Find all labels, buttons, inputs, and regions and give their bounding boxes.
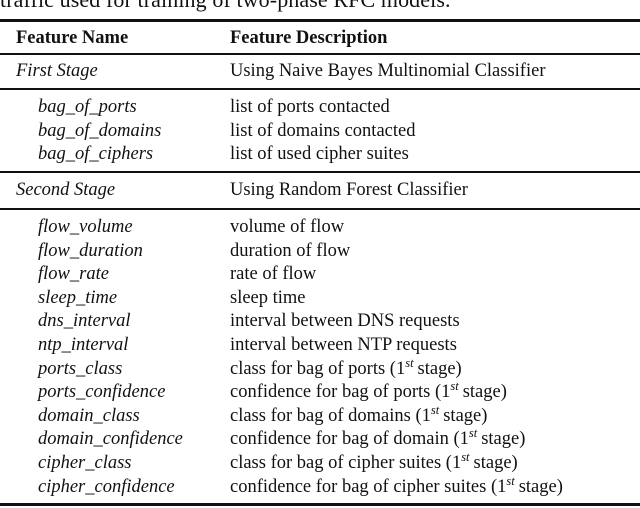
ordinal-suffix: st — [468, 426, 478, 441]
section-rule — [0, 171, 640, 173]
feature-name: flow_volume — [38, 217, 133, 237]
table-row: dns_interval interval between DNS reques… — [0, 310, 640, 333]
table-row: flow_rate rate of flow — [0, 263, 640, 286]
ordinal-suffix: st — [430, 402, 440, 417]
ordinal-number: 1 — [497, 476, 507, 497]
description-suffix: stage) — [518, 476, 563, 497]
feature-name: bag_of_ports — [38, 97, 137, 117]
feature-description: class for bag of ports (1st stage) — [230, 355, 462, 381]
feature-name: domain_confidence — [38, 429, 183, 450]
feature-description: duration of flow — [230, 240, 351, 261]
section-label: Second Stage — [16, 180, 116, 200]
description-suffix: stage) — [473, 453, 518, 473]
description-suffix: stage) — [481, 429, 526, 450]
section-label: First Stage — [16, 61, 98, 81]
description-text: confidence for bag of cipher suites ( — [230, 476, 498, 497]
table-row: cipher_confidence confidence for bag of … — [0, 473, 640, 499]
section-description: Using Naive Bayes Multinomial Classifier — [230, 61, 546, 81]
header-feature-description: Feature Description — [230, 28, 388, 48]
ordinal-number: 1 — [421, 405, 431, 426]
feature-name: ports_class — [38, 358, 123, 379]
feature-name: flow_duration — [38, 240, 143, 261]
feature-name: bag_of_domains — [38, 120, 162, 141]
ordinal-number: 1 — [451, 453, 462, 473]
feature-description: volume of flow — [230, 217, 345, 237]
table-row: ports_confidence confidence for bag of p… — [0, 379, 640, 404]
table-row: flow_duration duration of flow — [0, 240, 640, 263]
feature-description: interval between DNS requests — [230, 311, 460, 332]
feature-description: sleep time — [230, 287, 306, 308]
description-text: class for bag of cipher suites ( — [230, 453, 452, 473]
feature-name: domain_class — [38, 405, 140, 426]
feature-description: class for bag of domains (1st stage) — [230, 402, 488, 428]
feature-name: cipher_confidence — [38, 476, 175, 497]
table-row: bag_of_domains list of domains contacted — [0, 120, 640, 143]
description-suffix: stage) — [417, 358, 462, 379]
table-row: bag_of_ports list of ports contacted — [0, 96, 640, 119]
section-rule — [0, 88, 640, 90]
description-suffix: stage) — [443, 405, 488, 426]
feature-description: list of used cipher suites — [230, 144, 409, 164]
feature-description: confidence for bag of domain (1st stage) — [230, 426, 526, 451]
feature-name: cipher_class — [38, 453, 132, 473]
ordinal-suffix: st — [506, 473, 515, 488]
feature-description: list of ports contacted — [230, 97, 390, 117]
header-rule — [0, 53, 640, 55]
top-rule — [0, 19, 640, 22]
description-text: class for bag of domains ( — [230, 405, 422, 426]
description-text: confidence for bag of domain ( — [230, 429, 460, 450]
feature-description: confidence for bag of ports (1st stage) — [230, 379, 507, 404]
ordinal-suffix: st — [461, 450, 470, 464]
ordinal-number: 1 — [459, 429, 469, 450]
table-header-row: Feature Name Feature Description — [0, 27, 640, 50]
feature-name: ports_confidence — [38, 382, 166, 403]
table-row: ntp_interval interval between NTP reques… — [0, 334, 640, 357]
description-text: class for bag of ports ( — [230, 358, 396, 379]
section-row-second-stage: Second Stage Using Random Forest Classif… — [0, 179, 640, 202]
header-feature-name: Feature Name — [16, 28, 129, 48]
description-text: confidence for bag of ports ( — [230, 382, 442, 403]
section-row-first-stage: First Stage Using Naive Bayes Multinomia… — [0, 60, 640, 83]
table-row: cipher_class class for bag of cipher sui… — [0, 450, 640, 475]
ordinal-suffix: st — [450, 379, 459, 394]
ordinal-number: 1 — [441, 382, 451, 403]
section-description: Using Random Forest Classifier — [230, 180, 468, 200]
feature-name: sleep_time — [38, 287, 118, 308]
feature-description: interval between NTP requests — [230, 335, 457, 355]
bottom-rule — [0, 503, 640, 506]
feature-name: ntp_interval — [38, 335, 129, 355]
table-caption: traffic used for training of two-phase R… — [0, 0, 451, 13]
table-row: flow_volume volume of flow — [0, 216, 640, 239]
table-row: domain_class class for bag of domains (1… — [0, 402, 640, 428]
ordinal-suffix: st — [405, 355, 414, 370]
table-row: bag_of_ciphers list of used cipher suite… — [0, 143, 640, 166]
table-row: sleep_time sleep time — [0, 287, 640, 310]
table-row: ports_class class for bag of ports (1st s… — [0, 355, 640, 381]
section-rule — [0, 208, 640, 210]
description-suffix: stage) — [462, 382, 507, 403]
feature-name: flow_rate — [38, 264, 109, 285]
table-row: domain_confidence confidence for bag of … — [0, 426, 640, 451]
feature-description: confidence for bag of cipher suites (1st… — [230, 473, 563, 499]
feature-name: dns_interval — [38, 311, 131, 332]
feature-name: bag_of_ciphers — [38, 144, 154, 164]
feature-description: class for bag of cipher suites (1st stage… — [230, 450, 518, 475]
feature-description: rate of flow — [230, 264, 317, 285]
feature-description: list of domains contacted — [230, 120, 416, 141]
ordinal-number: 1 — [395, 358, 406, 379]
